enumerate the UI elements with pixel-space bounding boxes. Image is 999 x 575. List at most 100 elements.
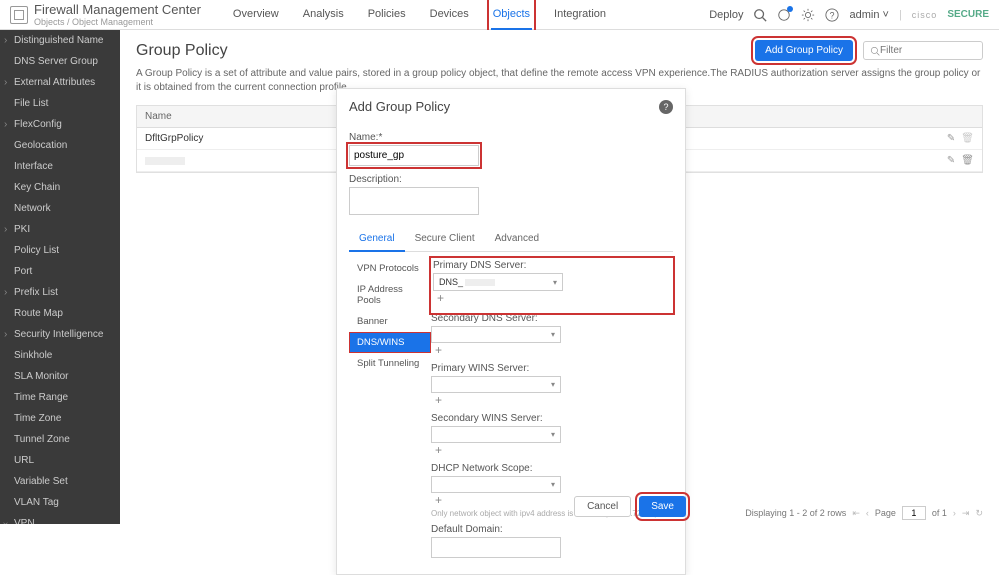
secondary-wins-label: Secondary WINS Server: [431,413,673,424]
pager-prev-icon[interactable]: ‹ [866,508,869,518]
sidebar-item[interactable]: Tunnel Zone [0,429,120,450]
sidebar-item[interactable]: VLAN Tag [0,492,120,513]
modal-footer: Cancel Save [336,496,686,517]
subtab-ip-pools[interactable]: IP Address Pools [349,279,431,311]
subtab-vpn-protocols[interactable]: VPN Protocols [349,258,431,279]
chevron-down-icon: ▾ [551,330,555,339]
edit-icon[interactable]: ✎ [947,155,955,166]
chevron-down-icon: ▾ [551,480,555,489]
delete-icon[interactable]: 🗑 [961,133,974,144]
refresh-icon[interactable]: ↻ [975,508,983,519]
settings-icon[interactable] [801,8,815,22]
sidebar-item[interactable]: Key Chain [0,177,120,198]
sidebar-item[interactable]: DNS Server Group [0,51,120,72]
dhcp-select[interactable]: ▾ [431,476,561,493]
primary-dns-select[interactable]: DNS_▾ [433,273,563,291]
name-label: Name:* [349,132,673,143]
primary-dns-label: Primary DNS Server: [433,260,671,271]
subtab-banner[interactable]: Banner [349,311,431,332]
subtabs: VPN Protocols IP Address Pools Banner DN… [349,258,431,564]
page-title: Group Policy [136,42,228,60]
sidebar-item[interactable]: Policy List [0,240,120,261]
sidebar-item[interactable]: Interface [0,156,120,177]
subtab-dns-wins[interactable]: DNS/WINS [349,332,431,353]
modal-title: Add Group Policy [349,99,450,114]
default-domain-label: Default Domain: [431,524,673,535]
description-label: Description: [349,174,673,185]
modal-tabs: General Secure Client Advanced [349,227,673,252]
sidebar-item[interactable]: PKI [0,219,120,240]
svg-text:?: ? [830,10,835,20]
cisco-logo: cisco [912,10,938,20]
user-menu[interactable]: admin ˅ [849,9,888,21]
delete-icon[interactable]: 🗑 [961,155,974,166]
modal-help-icon[interactable]: ? [659,100,673,114]
sidebar-item[interactable]: Prefix List [0,282,120,303]
default-domain-input[interactable] [431,537,561,558]
nav-analysis[interactable]: Analysis [301,0,346,30]
sidebar-item[interactable]: VPN [0,513,120,524]
cancel-button[interactable]: Cancel [574,496,631,517]
row-name: DfltGrpPolicy [145,133,203,144]
app-title-block: Firewall Management Center Objects / Obj… [34,2,201,27]
nav-overview[interactable]: Overview [231,0,281,30]
header-right: Deploy ? admin ˅ | cisco SECURE [709,8,989,22]
primary-wins-select[interactable]: ▾ [431,376,561,393]
deploy-button[interactable]: Deploy [709,9,743,21]
add-secondary-wins-icon[interactable]: + [435,443,442,457]
sidebar-item[interactable]: Time Range [0,387,120,408]
app-title: Firewall Management Center [34,2,201,17]
row-name [145,157,185,165]
filter-input[interactable] [880,45,970,56]
add-primary-wins-icon[interactable]: + [435,393,442,407]
dns-wins-fields: Primary DNS Server: DNS_▾+ Secondary DNS… [431,258,673,564]
secondary-wins-select[interactable]: ▾ [431,426,561,443]
name-input[interactable] [349,145,479,166]
pager-of: of 1 [932,508,947,518]
add-secondary-dns-icon[interactable]: + [435,343,442,357]
sidebar-item[interactable]: Port [0,261,120,282]
search-icon [870,46,880,56]
tab-secure-client[interactable]: Secure Client [405,227,485,251]
nav-policies[interactable]: Policies [366,0,408,30]
sidebar-item[interactable]: Sinkhole [0,345,120,366]
save-button[interactable]: Save [639,496,686,517]
description-input[interactable] [349,187,479,215]
tab-general[interactable]: General [349,227,405,252]
page-head: Group Policy Add Group Policy [136,40,983,61]
sidebar-item[interactable]: Geolocation [0,135,120,156]
chevron-down-icon: ▾ [553,278,557,287]
sidebar-item[interactable]: SLA Monitor [0,366,120,387]
pager-page-input[interactable] [902,506,926,520]
subtab-split-tunneling[interactable]: Split Tunneling [349,353,431,374]
sidebar-item[interactable]: File List [0,93,120,114]
sidebar-item[interactable]: URL [0,450,120,471]
sidebar-item[interactable]: Time Zone [0,408,120,429]
sidebar-item[interactable]: Variable Set [0,471,120,492]
pager-last-icon[interactable]: ⇥ [962,508,970,519]
edit-icon[interactable]: ✎ [947,133,955,144]
secondary-dns-select[interactable]: ▾ [431,326,561,343]
pager-next-icon[interactable]: › [953,508,956,518]
nav-objects[interactable]: Objects [491,0,532,30]
nav-integration[interactable]: Integration [552,0,608,30]
sidebar-item[interactable]: Distinguished Name [0,30,120,51]
nav-devices[interactable]: Devices [428,0,471,30]
add-group-policy-button[interactable]: Add Group Policy [755,40,853,61]
sidebar-item[interactable]: Security Intelligence [0,324,120,345]
sidebar-item[interactable]: External Attributes [0,72,120,93]
search-icon[interactable] [753,8,767,22]
add-primary-dns-icon[interactable]: + [437,291,444,305]
sidebar-item[interactable]: Route Map [0,303,120,324]
notifications-icon[interactable] [777,8,791,22]
chevron-down-icon: ▾ [551,380,555,389]
pager-first-icon[interactable]: ⇤ [852,508,860,519]
sidebar-item[interactable]: FlexConfig [0,114,120,135]
dhcp-label: DHCP Network Scope: [431,463,673,474]
filter-wrap[interactable] [863,41,983,60]
tab-advanced[interactable]: Advanced [485,227,549,251]
top-header: Firewall Management Center Objects / Obj… [0,0,999,30]
help-icon[interactable]: ? [825,8,839,22]
breadcrumb[interactable]: Objects / Object Management [34,17,201,27]
sidebar-item[interactable]: Network [0,198,120,219]
